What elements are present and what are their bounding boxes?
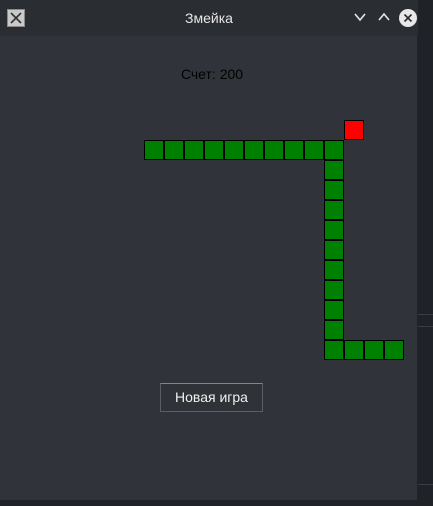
food-cell	[344, 120, 364, 140]
snake-segment	[244, 140, 264, 160]
snake-segment	[344, 340, 364, 360]
maximize-button[interactable]	[374, 8, 394, 28]
close-button[interactable]	[398, 8, 418, 28]
chevron-up-icon	[377, 9, 391, 28]
snake-segment	[164, 140, 184, 160]
snake-segment	[364, 340, 384, 360]
snake-segment	[324, 220, 344, 240]
snake-segment	[324, 240, 344, 260]
snake-segment	[324, 160, 344, 180]
snake-segment	[324, 200, 344, 220]
minimize-button[interactable]	[350, 8, 370, 28]
snake-segment	[324, 260, 344, 280]
desktop-background-bottom	[0, 500, 433, 506]
snake-segment	[324, 340, 344, 360]
snake-segment	[184, 140, 204, 160]
snake-segment	[304, 140, 324, 160]
snake-segment	[324, 180, 344, 200]
snake-segment	[224, 140, 244, 160]
title-bar[interactable]: Змейка	[0, 0, 418, 36]
game-window: Змейка Счет: 200 Новая игра	[0, 0, 418, 500]
snake-segment	[324, 280, 344, 300]
snake-segment	[264, 140, 284, 160]
close-icon	[399, 9, 417, 27]
snake-segment	[384, 340, 404, 360]
snake-segment	[284, 140, 304, 160]
score-label: Счет: 200	[180, 66, 244, 82]
app-icon[interactable]	[7, 9, 25, 27]
chevron-down-icon	[353, 9, 367, 28]
snake-segment	[324, 300, 344, 320]
new-game-button[interactable]: Новая игра	[160, 383, 263, 412]
snake-segment	[324, 140, 344, 160]
snake-segment	[324, 320, 344, 340]
snake-segment	[144, 140, 164, 160]
snake-segment	[204, 140, 224, 160]
